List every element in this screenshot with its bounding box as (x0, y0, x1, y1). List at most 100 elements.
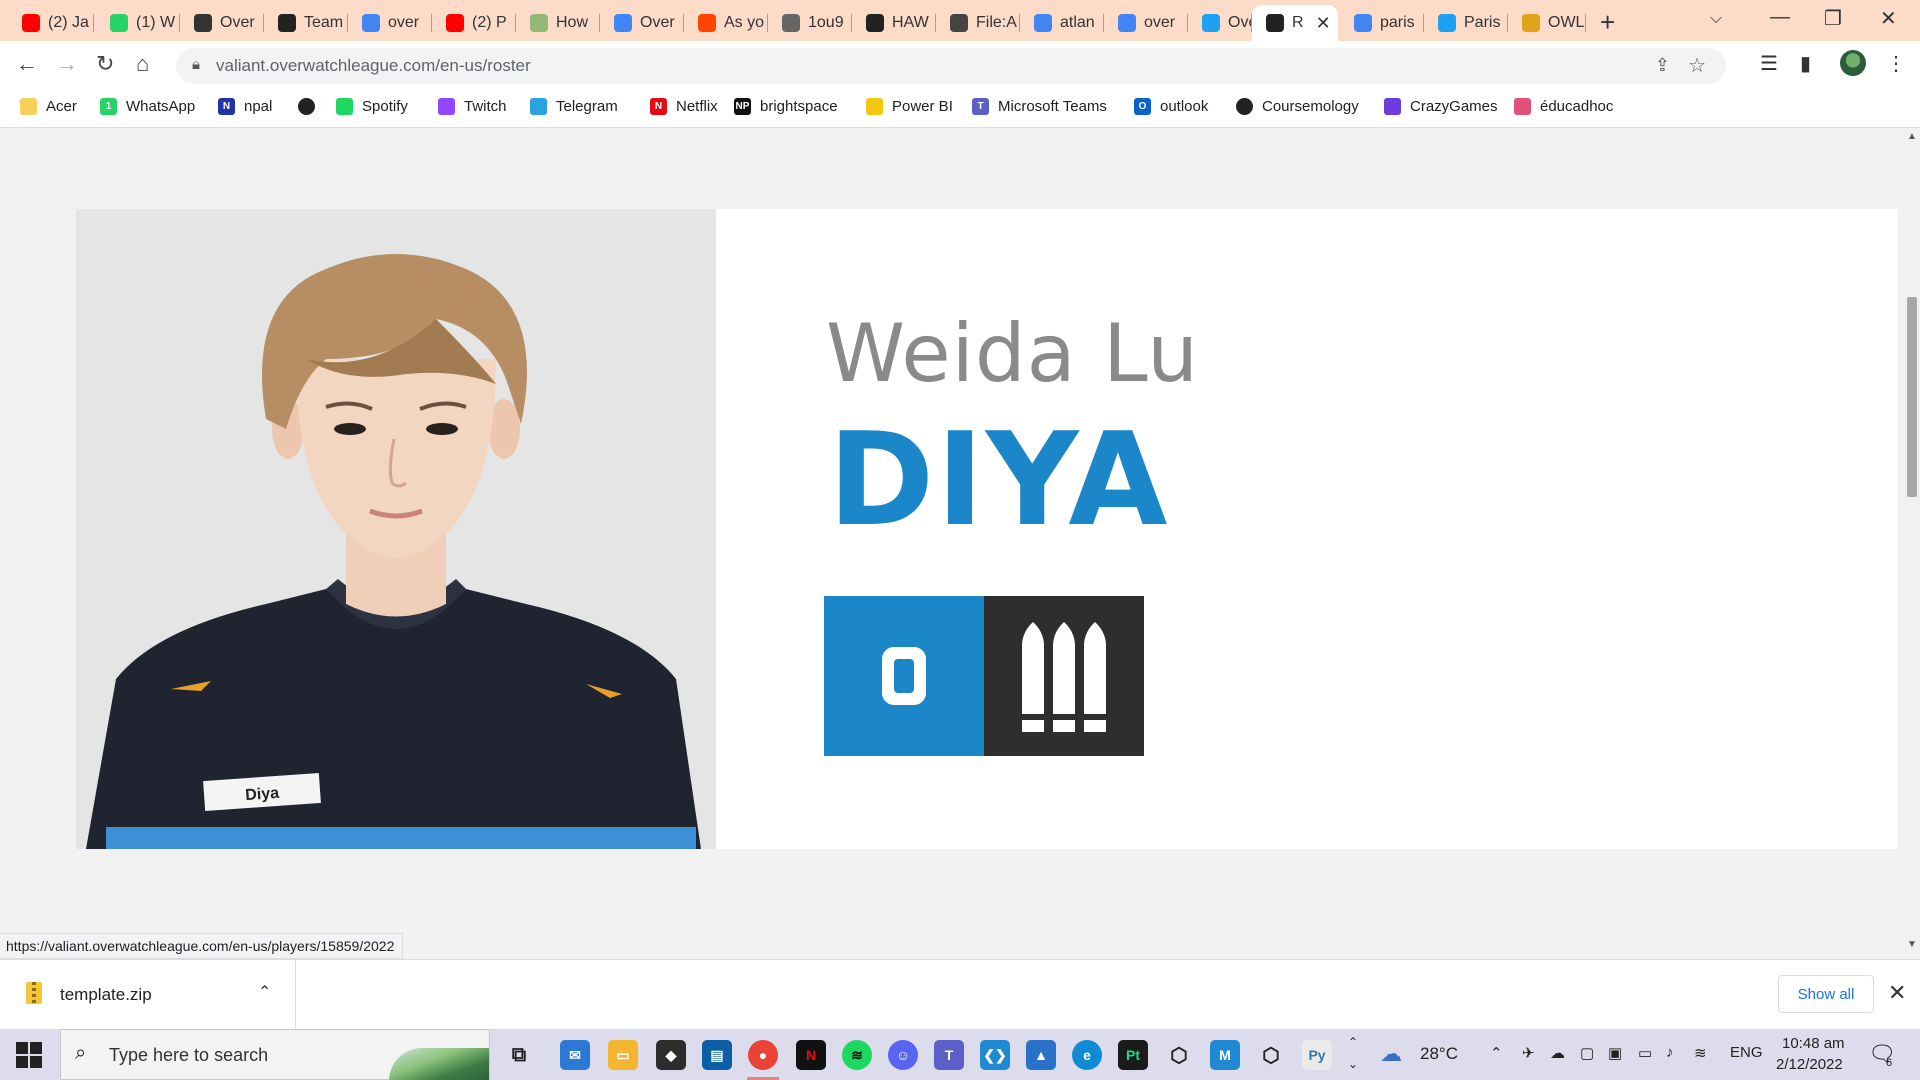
unity-icon[interactable]: ⬡ (1164, 1040, 1194, 1070)
address-bar[interactable]: 🔒︎ valiant.overwatchleague.com/en-us/ros… (176, 48, 1726, 84)
browser-tab[interactable]: How (516, 5, 600, 41)
show-all-button[interactable]: Show all (1778, 975, 1874, 1013)
taskbar-search-box[interactable]: ⌕ Type here to search (60, 1029, 490, 1080)
home-icon[interactable]: ⌂ (136, 51, 149, 77)
scroll-down-arrow-icon[interactable]: ▼ (1907, 939, 1917, 950)
browser-tab[interactable]: paris (1340, 5, 1424, 41)
browser-tab[interactable]: R ✕ (1252, 5, 1338, 41)
download-item[interactable]: template.zip ⌃ (0, 960, 296, 1030)
reading-list-icon[interactable]: ☰ (1760, 51, 1778, 76)
browser-tab[interactable]: OWL (1508, 5, 1586, 41)
browser-tab[interactable]: HAW (852, 5, 936, 41)
teams-taskbar-icon[interactable]: T (934, 1040, 964, 1070)
tray-display-icon[interactable]: ▣ (1608, 1044, 1622, 1062)
browser-tab[interactable]: Paris (1424, 5, 1508, 41)
file-explorer-icon[interactable]: ▭ (608, 1040, 638, 1070)
tray-overflow-down-icon[interactable]: ⌄ (1348, 1057, 1358, 1071)
mail-icon[interactable]: ✉ (560, 1040, 590, 1070)
task-view-icon[interactable]: ⧉ (504, 1040, 534, 1070)
browser-tab[interactable]: (2) Ja (8, 5, 94, 41)
browser-tab[interactable]: over (348, 5, 432, 41)
bookmark-item[interactable]: Ooutlook (1134, 98, 1208, 115)
back-arrow-icon[interactable]: ← (16, 51, 38, 77)
bookmark-star-icon[interactable]: ☆ (1688, 53, 1706, 78)
unity-hub-icon[interactable]: ⬡ (1256, 1040, 1286, 1070)
new-tab-plus-icon[interactable]: + (1600, 7, 1615, 38)
browser-tab[interactable]: Team (264, 5, 348, 41)
edge-icon[interactable]: e (1072, 1040, 1102, 1070)
browser-tab[interactable]: 1ou9 (768, 5, 852, 41)
browser-tab[interactable]: As yo (684, 5, 768, 41)
language-indicator[interactable]: ENG (1730, 1044, 1763, 1061)
tab-title: Team (304, 14, 344, 31)
photos-icon[interactable]: ▲ (1026, 1040, 1056, 1070)
scroll-thumb[interactable] (1907, 297, 1917, 497)
bookmark-item[interactable]: N Netflix (650, 98, 718, 115)
discord-icon[interactable]: ☺ (888, 1040, 918, 1070)
bookmark-item[interactable]: éducadhoc (1514, 98, 1613, 115)
weather-cloud-icon[interactable]: ☁ (1380, 1041, 1402, 1067)
windows-start-icon[interactable] (16, 1042, 42, 1068)
show-hidden-icons-icon[interactable]: ⌃ (1490, 1044, 1503, 1062)
bookmark-item[interactable]: Twitch (438, 98, 507, 115)
browser-tab[interactable]: (1) W (96, 5, 180, 41)
browser-tab[interactable]: File:A (936, 5, 1020, 41)
dropbox-icon[interactable]: ◆ (656, 1040, 686, 1070)
onedrive-icon[interactable]: ☁ (1550, 1044, 1565, 1062)
close-shelf-icon[interactable]: ✕ (1888, 980, 1906, 1006)
chevron-up-icon[interactable]: ⌃ (258, 982, 271, 1002)
bookmark-item[interactable]: Spotify (336, 98, 408, 115)
pycharm-icon[interactable]: Pt (1118, 1040, 1148, 1070)
download-filename[interactable]: template.zip (60, 985, 152, 1005)
browser-tab[interactable]: Over (600, 5, 684, 41)
scroll-up-arrow-icon[interactable]: ▲ (1907, 131, 1917, 142)
wifi-icon[interactable]: ≋ (1694, 1044, 1707, 1062)
browser-tab[interactable]: Over (1188, 5, 1252, 41)
reader-app-icon[interactable]: ▤ (702, 1040, 732, 1070)
minimize-icon[interactable]: — (1770, 6, 1790, 29)
profile-avatar[interactable] (1840, 50, 1866, 76)
clock-time[interactable]: 10:48 am (1782, 1035, 1845, 1052)
url-text[interactable]: valiant.overwatchleague.com/en-us/roster (216, 56, 531, 76)
chrome-icon[interactable]: ● (748, 1040, 778, 1070)
search-placeholder[interactable]: Type here to search (109, 1045, 268, 1066)
tray-device-icon[interactable]: ▢ (1580, 1044, 1594, 1062)
vscode-icon[interactable]: ❮❯ (980, 1040, 1010, 1070)
browser-tab[interactable]: (2) P (432, 5, 516, 41)
tab-search-chevron-icon[interactable]: ⌵ (1710, 10, 1722, 28)
page-scrollbar[interactable]: ▲ ▼ (1904, 129, 1920, 959)
tray-overflow-up-icon[interactable]: ⌃ (1348, 1035, 1358, 1049)
bookmark-item[interactable]: Acer (20, 98, 77, 115)
bookmark-item[interactable]: T Microsoft Teams (972, 98, 1107, 115)
bookmark-item[interactable] (298, 98, 324, 115)
volume-icon[interactable]: ♪ (1666, 1044, 1674, 1061)
bookmark-item[interactable]: NP brightspace (734, 98, 838, 115)
spotify-taskbar-icon[interactable]: ≋ (842, 1040, 872, 1070)
app-m-icon[interactable]: M (1210, 1040, 1240, 1070)
netflix-taskbar-icon[interactable]: N (796, 1040, 826, 1070)
close-tab-icon[interactable]: ✕ (1316, 13, 1331, 34)
bookmark-item[interactable]: Coursemology (1236, 98, 1359, 115)
bookmark-item[interactable]: Telegram (530, 98, 618, 115)
side-panel-icon[interactable]: ▮ (1800, 51, 1811, 76)
forward-arrow-icon[interactable]: → (56, 51, 78, 77)
menu-dots-icon[interactable]: ⋮ (1886, 51, 1906, 76)
close-window-icon[interactable]: ✕ (1880, 6, 1897, 31)
browser-tab[interactable]: over (1104, 5, 1188, 41)
network-error-icon[interactable]: ✈ (1522, 1044, 1535, 1062)
restore-icon[interactable]: ❐ (1824, 6, 1842, 31)
bookmark-item[interactable]: CrazyGames (1384, 98, 1498, 115)
python-icon[interactable]: Py (1302, 1040, 1332, 1070)
share-icon[interactable]: ⇪ (1655, 55, 1670, 76)
bookmark-item[interactable]: Nnpal (218, 98, 272, 115)
player-card[interactable]: Diya Weida Lu DIYA (76, 209, 1898, 849)
browser-tab[interactable]: atlan (1020, 5, 1104, 41)
bookmark-item[interactable]: 1 WhatsApp (100, 98, 195, 115)
clock-date[interactable]: 2/12/2022 (1776, 1056, 1843, 1073)
weather-temperature[interactable]: 28°C (1420, 1044, 1458, 1064)
lock-icon[interactable]: 🔒︎ (192, 56, 200, 73)
bookmark-item[interactable]: Power BI (866, 98, 953, 115)
browser-tab[interactable]: Over (180, 5, 264, 41)
reload-icon[interactable]: ↻ (96, 51, 114, 77)
battery-icon[interactable]: ▭ (1638, 1044, 1652, 1062)
